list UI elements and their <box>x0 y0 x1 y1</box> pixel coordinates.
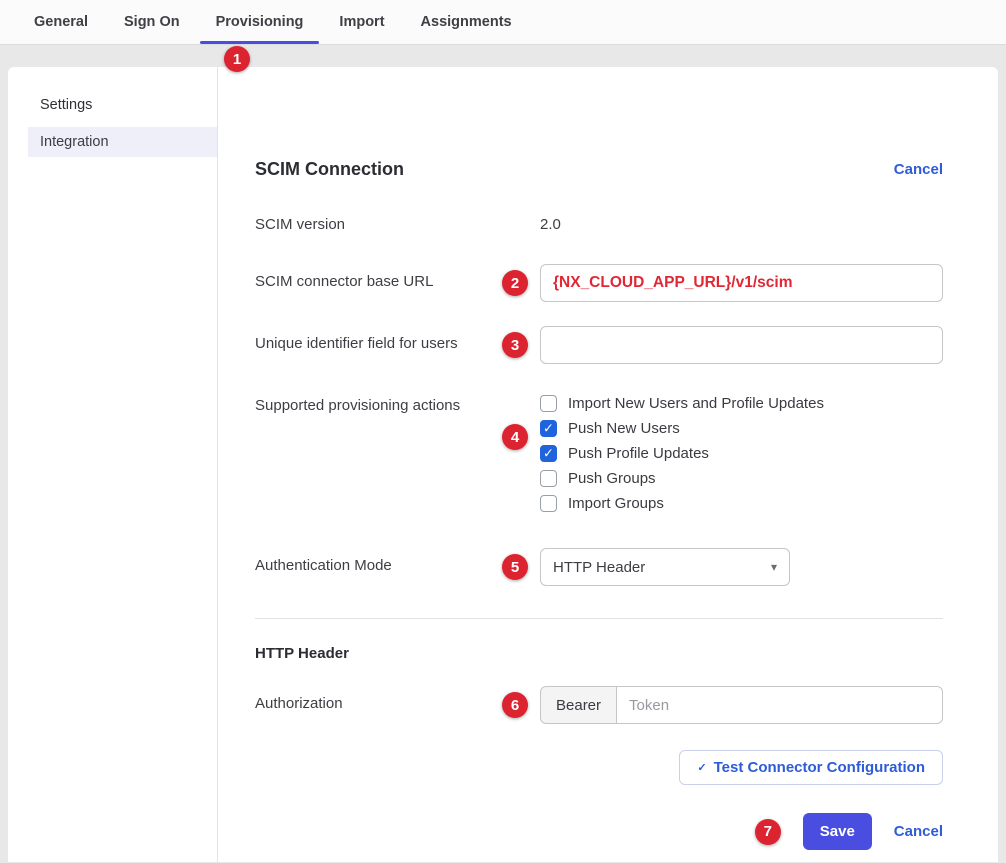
provisioning-actions-list: Import New Users and Profile Updates Pus… <box>540 388 943 520</box>
cancel-link-top[interactable]: Cancel <box>894 161 943 178</box>
app-tab-bar: General Sign On Provisioning Import Assi… <box>0 0 1006 45</box>
base-url-row: SCIM connector base URL 2 <box>255 264 943 302</box>
scim-connection-form: SCIM Connection Cancel SCIM version 2.0 … <box>218 67 998 862</box>
test-connector-label: Test Connector Configuration <box>714 759 925 776</box>
provisioning-panel: Settings Integration SCIM Connection Can… <box>8 67 998 862</box>
scim-version-row: SCIM version 2.0 <box>255 216 943 234</box>
authorization-label: Authorization <box>255 686 540 712</box>
checkbox[interactable] <box>540 445 557 462</box>
tab-provisioning[interactable]: Provisioning <box>198 0 322 44</box>
authorization-row: Authorization 6 Bearer <box>255 686 943 724</box>
checkbox[interactable] <box>540 395 557 412</box>
step-badge-1: 1 <box>224 46 250 72</box>
test-connector-button[interactable]: ✓ Test Connector Configuration <box>679 750 943 785</box>
section-divider <box>255 618 943 619</box>
section-header: SCIM Connection Cancel <box>255 159 943 180</box>
step-badge-3: 3 <box>502 332 528 358</box>
checkbox[interactable] <box>540 420 557 437</box>
auth-mode-select[interactable]: HTTP Header ▾ <box>540 548 790 586</box>
scim-version-label: SCIM version <box>255 216 540 233</box>
bearer-prefix: Bearer <box>540 686 617 724</box>
unique-identifier-input[interactable] <box>540 326 943 364</box>
checkbox-label: Push New Users <box>568 420 680 437</box>
cancel-button-bottom[interactable]: Cancel <box>894 823 943 840</box>
step-badge-6: 6 <box>502 692 528 718</box>
chevron-down-icon: ▾ <box>771 560 777 574</box>
checkbox-row-import-users[interactable]: Import New Users and Profile Updates <box>540 395 943 412</box>
step-badge-2: 2 <box>502 270 528 296</box>
checkbox-label: Push Profile Updates <box>568 445 709 462</box>
scim-base-url-input[interactable] <box>540 264 943 302</box>
auth-mode-value: HTTP Header <box>553 559 645 576</box>
unique-identifier-label: Unique identifier field for users <box>255 326 540 352</box>
provisioning-actions-label: Supported provisioning actions <box>255 388 540 414</box>
tab-assignments[interactable]: Assignments <box>403 0 530 44</box>
unique-identifier-row: Unique identifier field for users 3 <box>255 326 943 364</box>
step-badge-5: 5 <box>502 554 528 580</box>
checkbox[interactable] <box>540 470 557 487</box>
settings-sidebar: Settings Integration <box>8 67 218 862</box>
step-badge-4: 4 <box>502 424 528 450</box>
checkbox-row-push-groups[interactable]: Push Groups <box>540 470 943 487</box>
auth-mode-row: Authentication Mode 5 HTTP Header ▾ <box>255 548 943 586</box>
sidebar-header: Settings <box>8 97 217 127</box>
provisioning-actions-row: Supported provisioning actions 4 Import … <box>255 388 943 520</box>
save-row: 7 Save Cancel <box>255 813 943 850</box>
checkbox[interactable] <box>540 495 557 512</box>
checkbox-label: Import New Users and Profile Updates <box>568 395 824 412</box>
tab-sign-on[interactable]: Sign On <box>106 0 198 44</box>
checkbox-row-push-new-users[interactable]: Push New Users <box>540 420 943 437</box>
save-button[interactable]: Save <box>803 813 872 850</box>
authorization-input-group: Bearer <box>540 686 943 724</box>
auth-mode-label: Authentication Mode <box>255 548 540 574</box>
base-url-label: SCIM connector base URL <box>255 264 540 290</box>
checkbox-label: Import Groups <box>568 495 664 512</box>
tab-general[interactable]: General <box>16 0 106 44</box>
checkbox-row-push-profile-updates[interactable]: Push Profile Updates <box>540 445 943 462</box>
check-icon: ✓ <box>697 761 706 774</box>
step-badge-7: 7 <box>755 819 781 845</box>
page-title: SCIM Connection <box>255 159 404 180</box>
token-input[interactable] <box>617 686 943 724</box>
tab-import[interactable]: Import <box>321 0 402 44</box>
test-connector-row: ✓ Test Connector Configuration <box>255 750 943 785</box>
scim-version-value: 2.0 <box>540 216 561 233</box>
sidebar-item-integration[interactable]: Integration <box>28 127 217 157</box>
checkbox-row-import-groups[interactable]: Import Groups <box>540 495 943 512</box>
http-header-section-title: HTTP Header <box>255 645 943 662</box>
checkbox-label: Push Groups <box>568 470 656 487</box>
